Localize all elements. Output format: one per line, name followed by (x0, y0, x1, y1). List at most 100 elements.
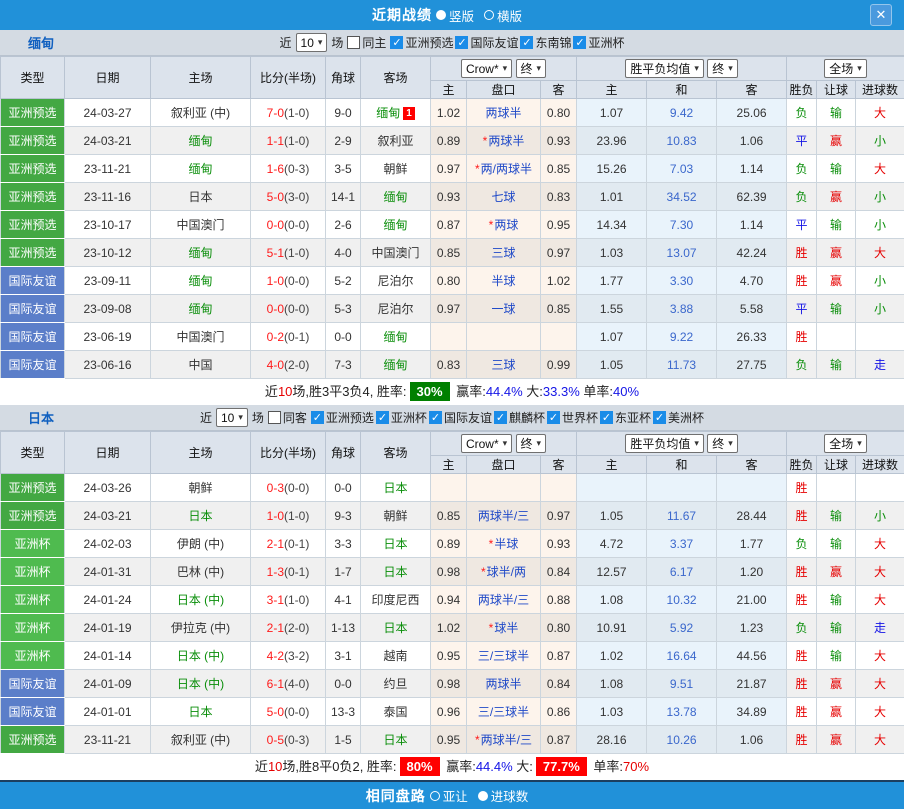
cell-corners: 13-3 (326, 698, 361, 726)
cell-score: 3-1(1-0) (251, 586, 326, 614)
match-row: 国际友谊24-01-09日本 (中)6-1(4-0)0-0约旦0.98两球半0.… (1, 670, 904, 698)
radio-vertical-layout[interactable] (436, 10, 446, 20)
radio-asian-handicap-label[interactable]: 亚让 (443, 786, 468, 805)
competition-filters: ✓亚洲预选✓亚洲杯✓国际友谊✓麒麟杯✓世界杯✓东亚杯✓美洲杯 (311, 409, 704, 426)
checkbox-checked-icon[interactable]: ✓ (653, 411, 666, 424)
match-count-select[interactable]: 10 ▾ (216, 408, 248, 427)
radio-horizontal-layout[interactable] (484, 10, 494, 20)
cell-home-team: 日本 (中) (151, 670, 251, 698)
away-team-name: 尼泊尔 (377, 274, 413, 288)
cell-competition: 亚洲预选 (1, 239, 65, 267)
home-team-name: 伊朗 (中) (177, 537, 224, 551)
cell-avg-draw: 10.83 (647, 127, 717, 155)
odds-source-select[interactable]: Crow*▾ (461, 434, 512, 453)
competition-filter[interactable]: ✓亚洲杯 (573, 34, 624, 51)
cell-handicap: *球半 (467, 614, 541, 642)
competition-label: 亚洲预选 (405, 34, 453, 51)
cell-score: 0-5(0-3) (251, 726, 326, 754)
competition-filter[interactable]: ✓麒麟杯 (494, 409, 545, 426)
odds-source-select[interactable]: Crow*▾ (461, 59, 512, 78)
home-team-name: 缅甸 (188, 162, 212, 176)
cell-handicap-result: 赢 (817, 558, 856, 586)
cell-score: 6-1(4-0) (251, 670, 326, 698)
cell-home-team: 巴林 (中) (151, 558, 251, 586)
close-button[interactable]: ✕ (870, 4, 892, 26)
competition-filter[interactable]: ✓亚洲预选 (311, 409, 374, 426)
checkbox-checked-icon[interactable]: ✓ (600, 411, 613, 424)
cell-goals-result: 小 (856, 502, 904, 530)
col-result: 胜负 (787, 81, 817, 99)
checkbox-unchecked-icon[interactable] (347, 36, 360, 49)
cell-goals-result: 大 (856, 99, 904, 127)
competition-filter[interactable]: ✓亚洲预选 (390, 34, 453, 51)
competition-filter[interactable]: ✓国际友谊 (455, 34, 518, 51)
radio-asian-handicap[interactable] (430, 791, 440, 801)
scope-select[interactable]: 全场▾ (824, 434, 867, 453)
cell-corners: 3-5 (326, 155, 361, 183)
cell-home-team: 缅甸 (151, 295, 251, 323)
cell-result: 胜 (787, 642, 817, 670)
checkbox-checked-icon[interactable]: ✓ (573, 36, 586, 49)
competition-filter[interactable]: ✓亚洲杯 (376, 409, 427, 426)
checkbox-checked-icon[interactable]: ✓ (547, 411, 560, 424)
home-team-name: 日本 (188, 705, 212, 719)
cell-handicap: *两球半 (467, 127, 541, 155)
radio-goals[interactable] (478, 791, 488, 801)
avg-time-select[interactable]: 终▾ (707, 59, 738, 78)
avg-time-select[interactable]: 终▾ (707, 434, 738, 453)
competition-filter[interactable]: ✓国际友谊 (429, 409, 492, 426)
cell-away-team: 缅甸1 (361, 99, 431, 127)
cell-handicap: 半球 (467, 267, 541, 295)
cell-score: 1-3(0-1) (251, 558, 326, 586)
checkbox-checked-icon[interactable]: ✓ (520, 36, 533, 49)
match-row: 亚洲预选23-10-17中国澳门0-0(0-0)2-6缅甸0.87*两球0.95… (1, 211, 904, 239)
competition-filter[interactable]: ✓世界杯 (547, 409, 598, 426)
col-handicap: 盘口 (467, 81, 541, 99)
competition-filter[interactable]: ✓东亚杯 (600, 409, 651, 426)
same-venue-filter[interactable]: 同主 (347, 34, 386, 51)
cell-score: 1-1(1-0) (251, 127, 326, 155)
checkbox-checked-icon[interactable]: ✓ (390, 36, 403, 49)
odds-time-select[interactable]: 终▾ (516, 434, 547, 453)
checkbox-checked-icon[interactable]: ✓ (494, 411, 507, 424)
radio-horizontal-label[interactable]: 横版 (497, 6, 522, 25)
away-team-name: 缅甸 (376, 106, 400, 120)
checkbox-unchecked-icon[interactable] (268, 411, 281, 424)
home-team-name: 日本 (中) (177, 593, 224, 607)
cell-handicap-result: 输 (817, 614, 856, 642)
cell-corners: 2-6 (326, 211, 361, 239)
radio-goals-label[interactable]: 进球数 (491, 786, 529, 805)
same-venue-filter[interactable]: 同客 (268, 409, 307, 426)
summary-segment: 40% (613, 384, 639, 399)
cell-result: 胜 (787, 586, 817, 614)
cell-score: 1-6(0-3) (251, 155, 326, 183)
home-team-name: 日本 (中) (177, 649, 224, 663)
match-count-select[interactable]: 10 ▾ (296, 33, 328, 52)
cell-away-odds: 1.02 (541, 267, 577, 295)
scope-select[interactable]: 全场▾ (824, 59, 867, 78)
checkbox-checked-icon[interactable]: ✓ (376, 411, 389, 424)
cell-avg-draw: 10.32 (647, 586, 717, 614)
cell-date: 24-01-31 (65, 558, 151, 586)
avg-select[interactable]: 胜平负均值▾ (625, 434, 704, 453)
competition-label: 亚洲杯 (391, 409, 427, 426)
handicap-star: * (489, 218, 494, 232)
checkbox-checked-icon[interactable]: ✓ (455, 36, 468, 49)
cell-competition: 亚洲预选 (1, 99, 65, 127)
team-name: 缅甸 (28, 33, 54, 52)
competition-filter[interactable]: ✓东南锦 (520, 34, 571, 51)
competition-filter[interactable]: ✓美洲杯 (653, 409, 704, 426)
home-team-name: 缅甸 (188, 246, 212, 260)
match-row: 国际友谊24-01-01日本5-0(0-0)13-3泰国0.96三/三球半0.8… (1, 698, 904, 726)
cell-away-team: 中国澳门 (361, 239, 431, 267)
cell-score: 0-3(0-0) (251, 474, 326, 502)
handicap-star: * (481, 565, 486, 579)
cell-competition: 国际友谊 (1, 323, 65, 351)
odds-time-select[interactable]: 终▾ (516, 59, 547, 78)
checkbox-checked-icon[interactable]: ✓ (311, 411, 324, 424)
avg-select[interactable]: 胜平负均值▾ (625, 59, 704, 78)
radio-vertical-label[interactable]: 竖版 (449, 6, 474, 25)
cell-home-team: 日本 (中) (151, 642, 251, 670)
cell-avg-away: 26.33 (717, 323, 787, 351)
checkbox-checked-icon[interactable]: ✓ (429, 411, 442, 424)
